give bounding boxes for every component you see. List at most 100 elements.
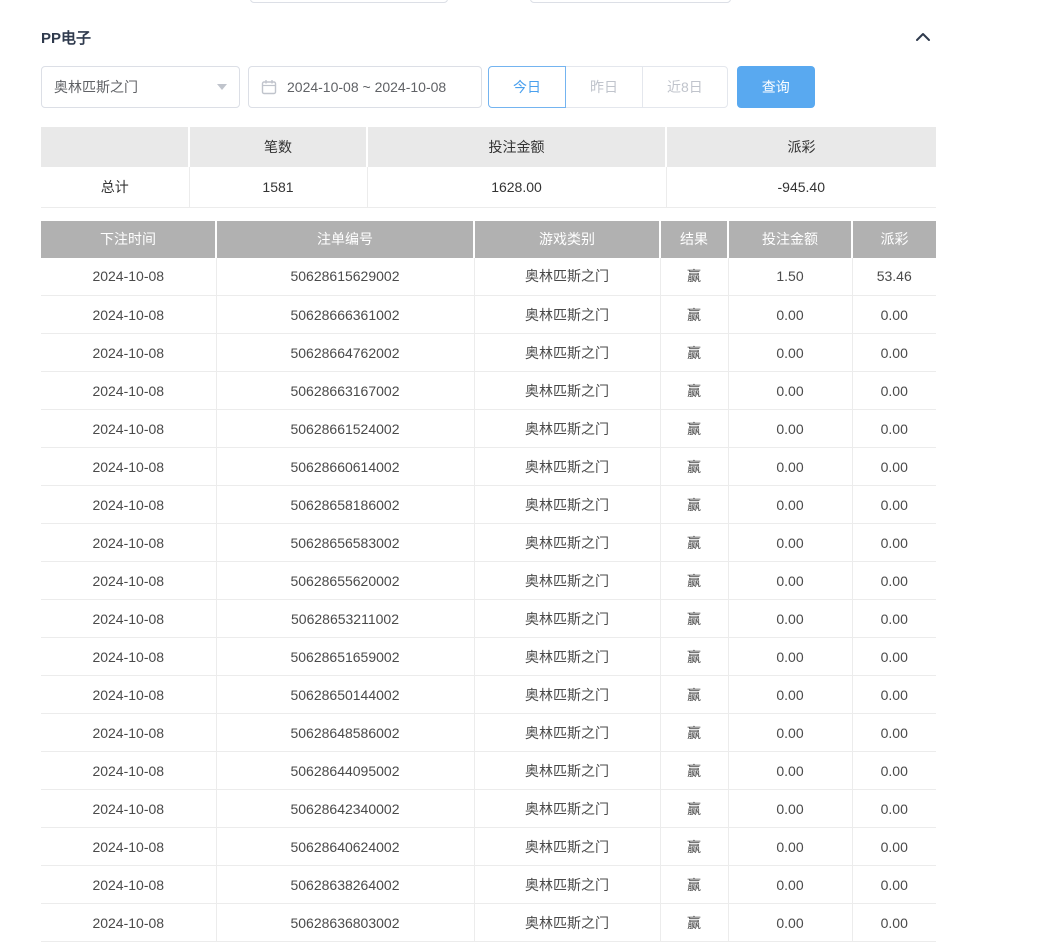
table-cell: 2024-10-08 — [41, 296, 216, 334]
table-cell: 50628653211002 — [216, 600, 474, 638]
table-cell: 0.00 — [852, 828, 936, 866]
table-cell: 50628648586002 — [216, 714, 474, 752]
table-cell: 0.00 — [852, 524, 936, 562]
bets-header-cell: 下注时间 — [41, 221, 216, 258]
table-row: 2024-10-0850628658186002奥林匹斯之门赢0.000.00 — [41, 486, 936, 524]
table-cell: 奥林匹斯之门 — [474, 258, 660, 296]
table-cell: 奥林匹斯之门 — [474, 752, 660, 790]
table-cell: 0.00 — [728, 752, 852, 790]
table-cell: 奥林匹斯之门 — [474, 638, 660, 676]
quick-filter-group: 今日昨日近8日 — [488, 66, 728, 108]
table-cell: 奥林匹斯之门 — [474, 866, 660, 904]
date-range-value: 2024-10-08 ~ 2024-10-08 — [287, 79, 446, 95]
table-cell: 2024-10-08 — [41, 448, 216, 486]
table-cell: 2024-10-08 — [41, 600, 216, 638]
table-cell: 奥林匹斯之门 — [474, 486, 660, 524]
table-cell: 赢 — [660, 714, 728, 752]
table-cell: 奥林匹斯之门 — [474, 714, 660, 752]
calendar-icon — [261, 79, 277, 95]
quick-filter-button[interactable]: 近8日 — [642, 66, 728, 108]
table-cell: 0.00 — [852, 334, 936, 372]
summary-payout: -945.40 — [666, 167, 936, 207]
table-row: 2024-10-0850628638264002奥林匹斯之门赢0.000.00 — [41, 866, 936, 904]
table-row: 2024-10-0850628655620002奥林匹斯之门赢0.000.00 — [41, 562, 936, 600]
caret-down-icon — [217, 84, 227, 90]
table-cell: 50628660614002 — [216, 448, 474, 486]
bets-header-cell: 注单编号 — [216, 221, 474, 258]
date-range-picker[interactable]: 2024-10-08 ~ 2024-10-08 — [248, 66, 482, 108]
summary-count: 1581 — [189, 167, 367, 207]
table-cell: 2024-10-08 — [41, 562, 216, 600]
quick-filter-button[interactable]: 昨日 — [565, 66, 643, 108]
table-row: 2024-10-0850628640624002奥林匹斯之门赢0.000.00 — [41, 828, 936, 866]
quick-filter-button[interactable]: 今日 — [488, 66, 566, 108]
table-row: 2024-10-0850628644095002奥林匹斯之门赢0.000.00 — [41, 752, 936, 790]
table-cell: 0.00 — [728, 904, 852, 942]
table-row: 2024-10-0850628636803002奥林匹斯之门赢0.000.00 — [41, 904, 936, 942]
table-row: 2024-10-0850628656583002奥林匹斯之门赢0.000.00 — [41, 524, 936, 562]
table-row: 2024-10-0850628615629002奥林匹斯之门赢1.5053.46 — [41, 258, 936, 296]
table-cell: 50628651659002 — [216, 638, 474, 676]
collapse-button[interactable] — [910, 26, 936, 48]
table-row: 2024-10-0850628666361002奥林匹斯之门赢0.000.00 — [41, 296, 936, 334]
summary-header-cell: 投注金额 — [367, 127, 666, 167]
table-cell: 奥林匹斯之门 — [474, 790, 660, 828]
table-cell: 赢 — [660, 410, 728, 448]
section-header: PP电子 — [41, 26, 936, 48]
table-cell: 50628661524002 — [216, 410, 474, 448]
table-cell: 2024-10-08 — [41, 372, 216, 410]
filter-row: 奥林匹斯之门 2024-10-08 ~ 2024-10-08 今日昨日近8日 查… — [41, 66, 936, 108]
table-cell: 赢 — [660, 638, 728, 676]
table-cell: 赢 — [660, 448, 728, 486]
table-cell: 赢 — [660, 790, 728, 828]
table-cell: 2024-10-08 — [41, 676, 216, 714]
table-cell: 0.00 — [728, 334, 852, 372]
table-cell: 50628642340002 — [216, 790, 474, 828]
table-cell: 0.00 — [728, 296, 852, 334]
table-cell: 0.00 — [728, 486, 852, 524]
summary-header-cell: 派彩 — [666, 127, 936, 167]
bets-header-cell: 结果 — [660, 221, 728, 258]
summary-total-label: 总计 — [41, 167, 189, 207]
table-cell: 奥林匹斯之门 — [474, 372, 660, 410]
bets-header-row: 下注时间注单编号游戏类别结果投注金额派彩 — [41, 221, 936, 258]
table-cell: 50628663167002 — [216, 372, 474, 410]
table-cell: 0.00 — [728, 790, 852, 828]
table-cell: 1.50 — [728, 258, 852, 296]
table-cell: 2024-10-08 — [41, 904, 216, 942]
game-select-value: 奥林匹斯之门 — [54, 77, 138, 97]
table-cell: 50628664762002 — [216, 334, 474, 372]
table-cell: 2024-10-08 — [41, 790, 216, 828]
table-cell: 赢 — [660, 258, 728, 296]
table-cell: 0.00 — [728, 448, 852, 486]
table-cell: 50628640624002 — [216, 828, 474, 866]
bets-header-cell: 游戏类别 — [474, 221, 660, 258]
table-cell: 50628656583002 — [216, 524, 474, 562]
table-cell: 2024-10-08 — [41, 410, 216, 448]
table-cell: 0.00 — [728, 562, 852, 600]
table-cell: 赢 — [660, 904, 728, 942]
table-cell: 奥林匹斯之门 — [474, 562, 660, 600]
chevron-up-icon — [914, 31, 932, 43]
summary-header-cell: 笔数 — [189, 127, 367, 167]
table-cell: 0.00 — [728, 714, 852, 752]
table-cell: 赢 — [660, 562, 728, 600]
game-select[interactable]: 奥林匹斯之门 — [41, 66, 240, 108]
summary-table: 笔数投注金额派彩 总计 1581 1628.00 -945.40 — [41, 127, 936, 208]
table-cell: 0.00 — [852, 562, 936, 600]
summary-header-row: 笔数投注金额派彩 — [41, 127, 936, 167]
table-cell: 奥林匹斯之门 — [474, 448, 660, 486]
table-cell: 2024-10-08 — [41, 334, 216, 372]
table-cell: 50628666361002 — [216, 296, 474, 334]
table-cell: 2024-10-08 — [41, 638, 216, 676]
bets-header-cell: 投注金额 — [728, 221, 852, 258]
table-cell: 赢 — [660, 296, 728, 334]
table-cell: 2024-10-08 — [41, 866, 216, 904]
table-cell: 0.00 — [852, 790, 936, 828]
table-cell: 0.00 — [728, 638, 852, 676]
table-cell: 0.00 — [852, 752, 936, 790]
table-cell: 0.00 — [728, 372, 852, 410]
search-button[interactable]: 查询 — [737, 66, 815, 108]
table-cell: 赢 — [660, 866, 728, 904]
table-cell: 50628650144002 — [216, 676, 474, 714]
